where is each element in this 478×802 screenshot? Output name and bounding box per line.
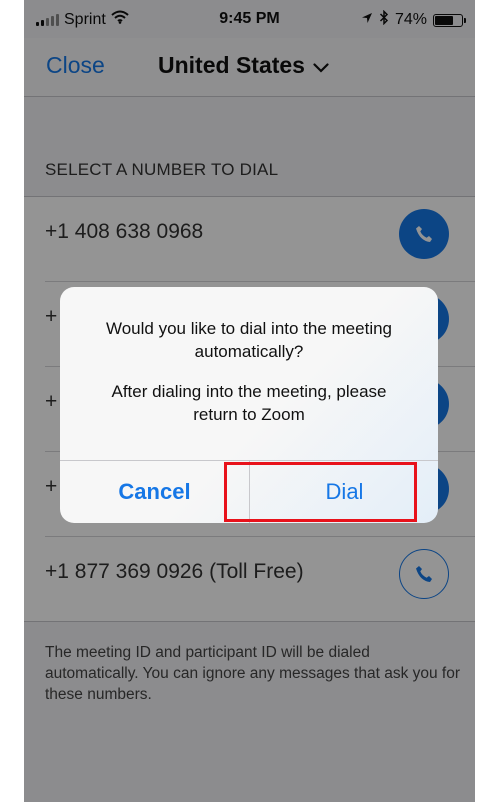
dial-alert-dialog: Would you like to dial into the meeting … [60,287,438,523]
alert-line: automatically? [194,342,304,361]
alert-line: Would you like to dial into the meeting [105,319,393,338]
cancel-button[interactable]: Cancel [60,461,249,523]
phone-screen: Sprint 9:45 PM 74% Close United States S… [24,0,475,802]
alert-line: After dialing into the meeting, please [111,382,387,401]
dial-button[interactable]: Dial [250,461,438,523]
alert-line: return to Zoom [193,405,305,424]
alert-message: Would you like to dial into the meeting … [60,317,438,426]
